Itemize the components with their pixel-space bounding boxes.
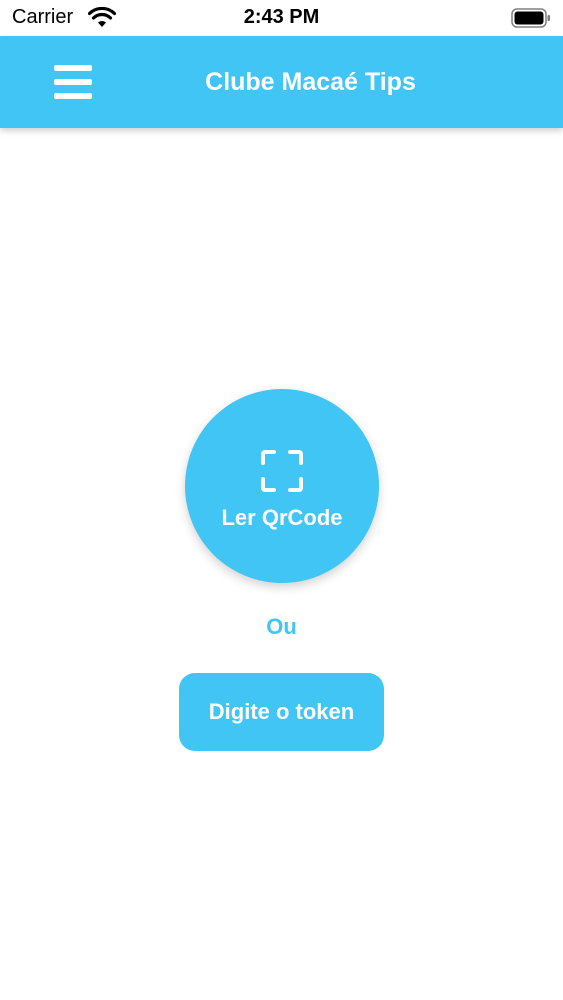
app-screen: Carrier 2:43 PM Clube Macaé Tips Ler QrC… [0, 0, 563, 1000]
status-bar: Carrier 2:43 PM [0, 0, 563, 36]
clock-time: 2:43 PM [243, 6, 320, 28]
read-qrcode-label: Ler QrCode [221, 505, 343, 530]
page-title: Clube Macaé Tips [205, 68, 416, 96]
nav-header: Clube Macaé Tips [0, 36, 563, 128]
read-qrcode-button[interactable]: Ler QrCode [185, 389, 379, 583]
scan-icon [261, 450, 303, 492]
or-separator: Ou [266, 614, 297, 639]
enter-token-button[interactable]: Digite o token [179, 673, 384, 751]
battery-icon [511, 8, 550, 28]
